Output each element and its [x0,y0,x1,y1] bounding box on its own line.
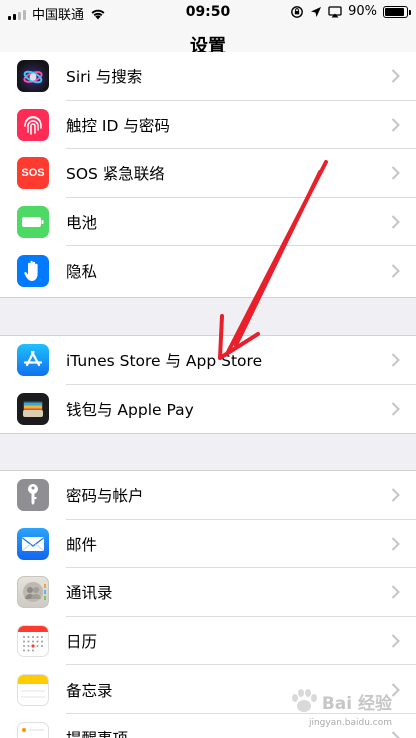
settings-row-privacy[interactable]: 隐私 [0,246,416,295]
settings-row-label: 备忘录 [66,681,113,700]
fingerprint-icon [17,108,49,141]
watermark-text: Bai 经验 [321,694,392,714]
battery-percent: 90% [348,4,377,19]
chevron-right-icon [391,585,400,600]
status-bar: 中国联通 09:50 90% [0,0,416,26]
settings-row-label: 隐私 [66,262,98,281]
wallet-icon [17,392,49,425]
rotation-lock-icon [291,5,303,18]
hand-icon [17,254,49,287]
calendar-icon [17,625,49,658]
chevron-right-icon [391,215,400,229]
settings-group-1: Siri 与搜索 触控 ID 与密码 SOS SOS 紧急联络 电池 隐私 [0,52,416,298]
settings-row-label: 钱包与 Apple Pay [66,400,194,419]
settings-row-wallet-apple-pay[interactable]: 钱包与 Apple Pay [0,385,416,433]
battery-icon [17,206,49,239]
settings-row-mail[interactable]: 邮件 [0,520,416,569]
settings-row-contacts[interactable]: 通讯录 [0,568,416,617]
settings-row-touch-id[interactable]: 触控 ID 与密码 [0,101,416,150]
app-store-icon [17,344,49,377]
status-right: 90% [290,4,411,19]
settings-row-label: SOS 紧急联络 [66,165,165,184]
settings-row-label: 邮件 [66,535,98,554]
settings-row-calendar[interactable]: 日历 [0,617,416,666]
battery-level-icon [383,5,411,18]
settings-row-sos[interactable]: SOS SOS 紧急联络 [0,149,416,198]
settings-row-battery[interactable]: 电池 [0,198,416,247]
location-icon [311,6,322,17]
chevron-right-icon [391,402,400,416]
chevron-right-icon [391,731,400,738]
settings-group-2: iTunes Store 与 App Store 钱包与 Apple Pay [0,335,416,434]
sos-icon-text: SOS [21,167,45,180]
settings-row-label: 密码与帐户 [66,487,144,506]
chevron-right-icon [391,69,400,84]
settings-row-label: 触控 ID 与密码 [66,116,170,135]
siri-icon [17,60,49,93]
watermark-url: jingyan.baidu.com [308,718,392,728]
settings-row-siri[interactable]: Siri 与搜索 [0,52,416,101]
chevron-right-icon [391,118,400,132]
settings-row-itunes-app-store[interactable]: iTunes Store 与 App Store [0,336,416,385]
settings-row-label: 电池 [66,214,98,233]
contacts-icon [17,576,49,609]
chevron-right-icon [391,634,400,648]
notes-icon [17,673,49,706]
settings-row-label: 日历 [66,633,98,652]
sos-icon: SOS [17,157,49,190]
settings-row-label: 提醒事项 [66,727,128,738]
chevron-right-icon [391,488,400,503]
settings-row-passwords-accounts[interactable]: 密码与帐户 [0,471,416,520]
chevron-right-icon [391,263,400,278]
chevron-right-icon [391,166,400,181]
chevron-right-icon [391,682,400,697]
chevron-right-icon [391,353,400,368]
settings-row-label: Siri 与搜索 [66,68,143,87]
paw-logo-icon [291,689,317,712]
settings-row-label: iTunes Store 与 App Store [66,352,263,371]
airplay-icon [328,5,342,17]
settings-row-label: 通讯录 [66,584,113,603]
reminders-icon [17,722,49,738]
chevron-right-icon [391,537,400,551]
watermark: Bai 经验 [290,688,392,714]
mail-icon [17,527,49,560]
key-icon [17,479,49,512]
